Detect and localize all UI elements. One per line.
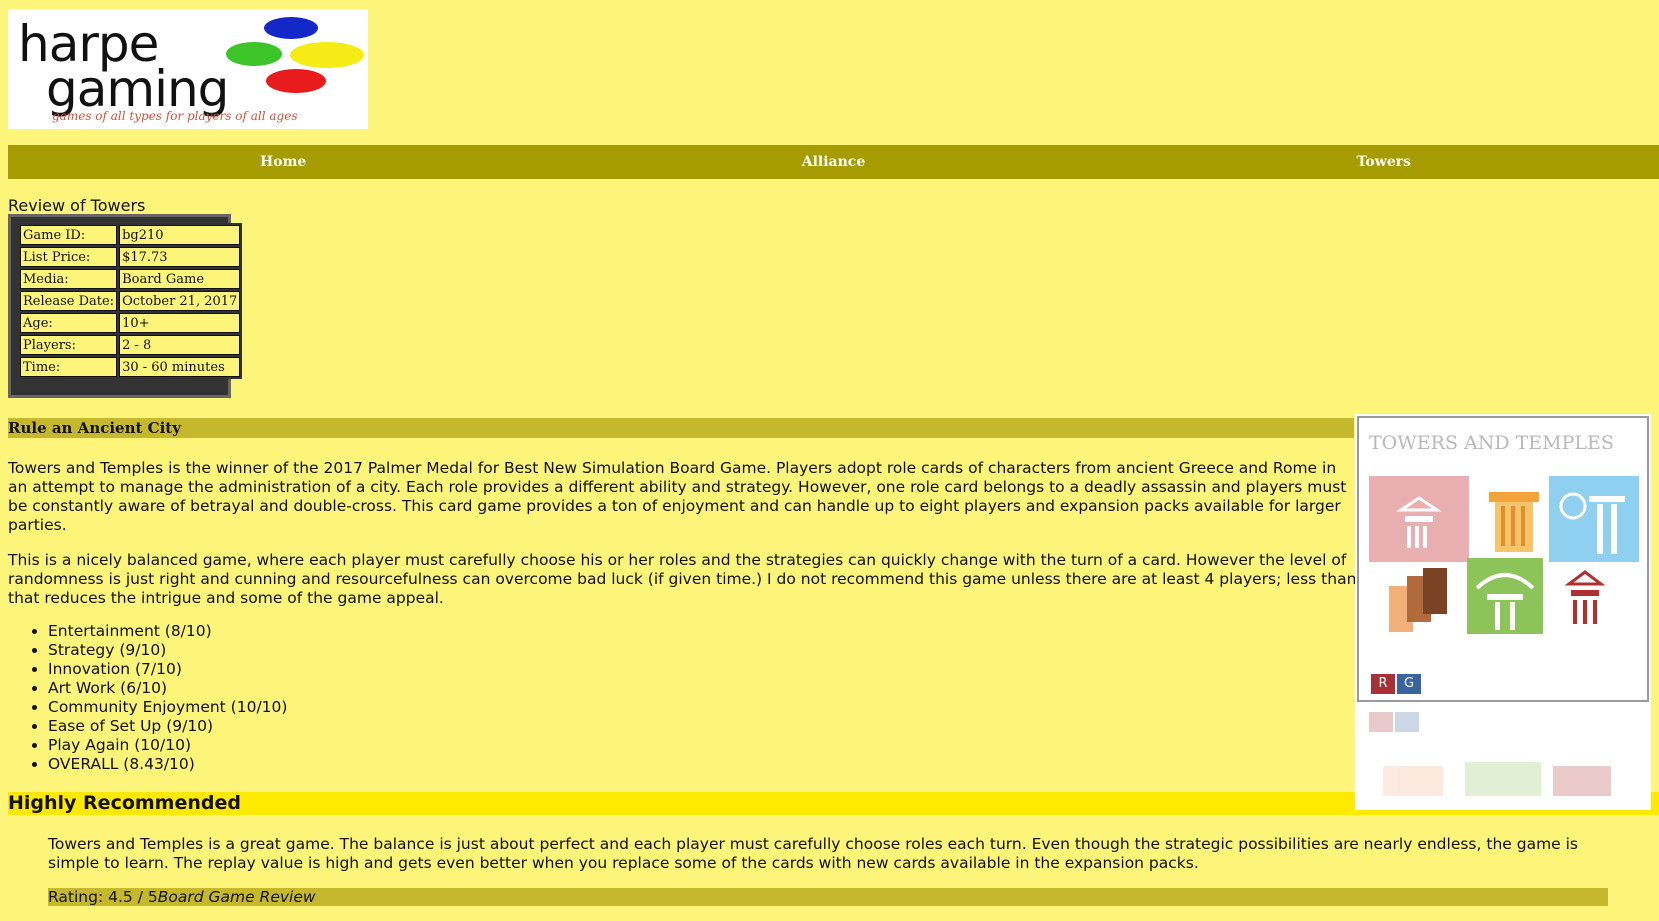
rating-source: Board Game Review bbox=[157, 888, 316, 906]
box-cover-image: TOWERS AND TEMPLES R G bbox=[1355, 414, 1651, 810]
conclusion-paragraph: Towers and Temples is a great game. The … bbox=[48, 835, 1579, 872]
review-title: Review of Towers bbox=[8, 196, 146, 215]
info-value-list-price: $17.73 bbox=[119, 247, 241, 267]
section-heading: Rule an Ancient City bbox=[8, 418, 1354, 438]
table-row: Release Date: October 21, 2017 bbox=[20, 291, 241, 311]
info-key-game-id: Game ID: bbox=[20, 225, 118, 245]
info-value-game-id: bg210 bbox=[119, 225, 241, 245]
rating-bar: Rating: 4.5 / 5Board Game Review bbox=[48, 888, 1608, 906]
info-key-list-price: List Price: bbox=[20, 247, 118, 267]
info-value-media: Board Game bbox=[119, 269, 241, 289]
nav-towers[interactable]: Towers bbox=[1109, 145, 1659, 179]
info-value-time: 30 - 60 minutes bbox=[119, 357, 241, 377]
logo-red-dot bbox=[266, 69, 326, 93]
info-key-players: Players: bbox=[20, 335, 118, 355]
logo-blue-dot bbox=[264, 17, 318, 39]
logo-tagline: games of all types for players of all ag… bbox=[52, 109, 298, 123]
list-item: Entertainment (8/10) bbox=[48, 622, 287, 641]
table-row: Players: 2 - 8 bbox=[20, 335, 241, 355]
nav-alliance[interactable]: Alliance bbox=[558, 145, 1108, 179]
main-nav: Home Alliance Towers bbox=[8, 145, 1659, 179]
list-item: Art Work (6/10) bbox=[48, 679, 287, 698]
info-key-media: Media: bbox=[20, 269, 118, 289]
list-item: Strategy (9/10) bbox=[48, 641, 287, 660]
site-logo: harpe gaming games of all types for play… bbox=[8, 9, 368, 129]
red-temple-tile bbox=[1555, 566, 1615, 636]
list-item: Innovation (7/10) bbox=[48, 660, 287, 679]
list-item: Ease of Set Up (9/10) bbox=[48, 717, 287, 736]
cover-frame: TOWERS AND TEMPLES R G bbox=[1357, 416, 1649, 702]
info-key-age: Age: bbox=[20, 313, 118, 333]
table-row: List Price: $17.73 bbox=[20, 247, 241, 267]
rating-label: Rating: 4.5 / 5 bbox=[48, 888, 158, 906]
cover-badge-r: R bbox=[1371, 674, 1395, 694]
table-row: Time: 30 - 60 minutes bbox=[20, 357, 241, 377]
ratings-list: Entertainment (8/10) Strategy (9/10) Inn… bbox=[8, 622, 287, 774]
info-key-release-date: Release Date: bbox=[20, 291, 118, 311]
review-paragraph-2: This is a nicely balanced game, where ea… bbox=[8, 551, 1357, 607]
table-row: Age: 10+ bbox=[20, 313, 241, 333]
green-capital-tile bbox=[1467, 558, 1543, 634]
cover-badge-g: G bbox=[1397, 674, 1421, 694]
cover-reflection bbox=[1355, 704, 1651, 810]
review-paragraph-1: Towers and Temples is the winner of the … bbox=[8, 459, 1347, 534]
table-row: Game ID: bg210 bbox=[20, 225, 241, 245]
pink-temple-tile bbox=[1369, 476, 1469, 562]
info-value-age: 10+ bbox=[119, 313, 241, 333]
logo-yellow-dot bbox=[290, 42, 364, 68]
list-item: OVERALL (8.43/10) bbox=[48, 755, 287, 774]
info-value-release-date: October 21, 2017 bbox=[119, 291, 241, 311]
list-item: Community Enjoyment (10/10) bbox=[48, 698, 287, 717]
logo-green-dot bbox=[226, 42, 282, 66]
info-value-players: 2 - 8 bbox=[119, 335, 241, 355]
list-item: Play Again (10/10) bbox=[48, 736, 287, 755]
nav-home[interactable]: Home bbox=[8, 145, 558, 179]
orange-pillar-tile bbox=[1477, 486, 1551, 562]
cover-title: TOWERS AND TEMPLES bbox=[1369, 432, 1614, 454]
blue-column-tile bbox=[1549, 476, 1639, 562]
game-info-table: Game ID: bg210 List Price: $17.73 Media: Bo… bbox=[8, 214, 243, 398]
logo-word-gaming: gaming bbox=[46, 60, 229, 118]
table-row: Media: Board Game bbox=[20, 269, 241, 289]
brown-pillars-tile bbox=[1385, 566, 1455, 636]
info-key-time: Time: bbox=[20, 357, 118, 377]
